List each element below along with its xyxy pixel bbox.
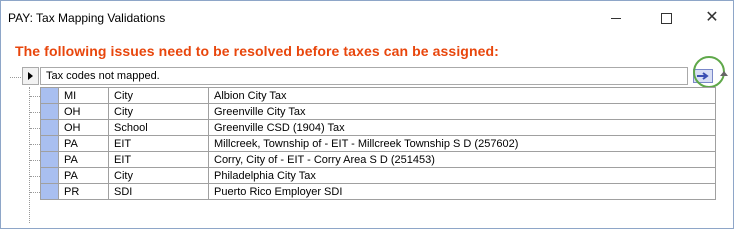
validation-grid: Tax codes not mapped. MI City Albion Cit… bbox=[10, 56, 731, 225]
row-connector bbox=[30, 144, 40, 145]
table-row[interactable]: PA City Philadelphia City Tax bbox=[40, 167, 716, 184]
row-connector bbox=[30, 176, 40, 177]
row-selector[interactable] bbox=[40, 135, 59, 152]
row-connector bbox=[30, 112, 40, 113]
table-row[interactable]: MI City Albion City Tax bbox=[40, 87, 716, 104]
maximize-icon bbox=[660, 12, 672, 24]
type-cell: City bbox=[108, 167, 209, 184]
type-cell: EIT bbox=[108, 135, 209, 152]
group-row[interactable]: Tax codes not mapped. bbox=[10, 56, 731, 88]
description-cell: Millcreek, Township of - EIT - Millcreek… bbox=[208, 135, 716, 152]
expand-arrow-icon bbox=[28, 72, 33, 80]
row-connector bbox=[30, 160, 40, 161]
type-cell: City bbox=[108, 87, 209, 104]
group-label: Tax codes not mapped. bbox=[40, 67, 688, 85]
maximize-button[interactable] bbox=[643, 1, 689, 35]
description-cell: Greenville City Tax bbox=[208, 103, 716, 120]
row-selector[interactable] bbox=[40, 167, 59, 184]
state-cell: PA bbox=[58, 135, 109, 152]
state-cell: OH bbox=[58, 119, 109, 136]
row-selector[interactable] bbox=[40, 151, 59, 168]
table-row[interactable]: PA EIT Corry, City of - EIT - Corry Area… bbox=[40, 151, 716, 168]
close-button[interactable]: ✕ bbox=[689, 1, 734, 35]
state-cell: MI bbox=[58, 87, 109, 104]
row-connector bbox=[30, 192, 40, 193]
title-bar: PAY: Tax Mapping Validations ✕ bbox=[1, 1, 733, 35]
minimize-button[interactable] bbox=[593, 1, 639, 35]
row-selector[interactable] bbox=[40, 183, 59, 200]
description-cell: Corry, City of - EIT - Corry Area S D (2… bbox=[208, 151, 716, 168]
type-cell: School bbox=[108, 119, 209, 136]
scroll-up-icon[interactable] bbox=[720, 71, 728, 76]
description-cell: Philadelphia City Tax bbox=[208, 167, 716, 184]
warning-message: The following issues need to be resolved… bbox=[15, 43, 499, 59]
state-cell: PA bbox=[58, 167, 109, 184]
description-cell: Albion City Tax bbox=[208, 87, 716, 104]
table-row[interactable]: OH School Greenville CSD (1904) Tax bbox=[40, 119, 716, 136]
description-cell: Puerto Rico Employer SDI bbox=[208, 183, 716, 200]
row-selector[interactable] bbox=[40, 119, 59, 136]
tree-connector-vertical bbox=[29, 87, 30, 223]
state-cell: OH bbox=[58, 103, 109, 120]
description-cell: Greenville CSD (1904) Tax bbox=[208, 119, 716, 136]
row-connector bbox=[30, 128, 40, 129]
row-selector[interactable] bbox=[40, 103, 59, 120]
table-row[interactable]: PR SDI Puerto Rico Employer SDI bbox=[40, 183, 716, 200]
type-cell: EIT bbox=[108, 151, 209, 168]
close-icon: ✕ bbox=[705, 9, 719, 26]
row-connector bbox=[30, 96, 40, 97]
state-cell: PR bbox=[58, 183, 109, 200]
table-row[interactable]: OH City Greenville City Tax bbox=[40, 103, 716, 120]
type-cell: SDI bbox=[108, 183, 209, 200]
window-title: PAY: Tax Mapping Validations bbox=[8, 11, 166, 25]
table-row[interactable]: PA EIT Millcreek, Township of - EIT - Mi… bbox=[40, 135, 716, 152]
minimize-icon bbox=[611, 17, 621, 19]
type-cell: City bbox=[108, 103, 209, 120]
expand-button[interactable] bbox=[22, 67, 39, 85]
unmapped-tax-table: MI City Albion City Tax OH City Greenvil… bbox=[40, 87, 716, 200]
state-cell: PA bbox=[58, 151, 109, 168]
tax-mapping-window: PAY: Tax Mapping Validations ✕ The follo… bbox=[0, 0, 734, 229]
row-selector[interactable] bbox=[40, 87, 59, 104]
